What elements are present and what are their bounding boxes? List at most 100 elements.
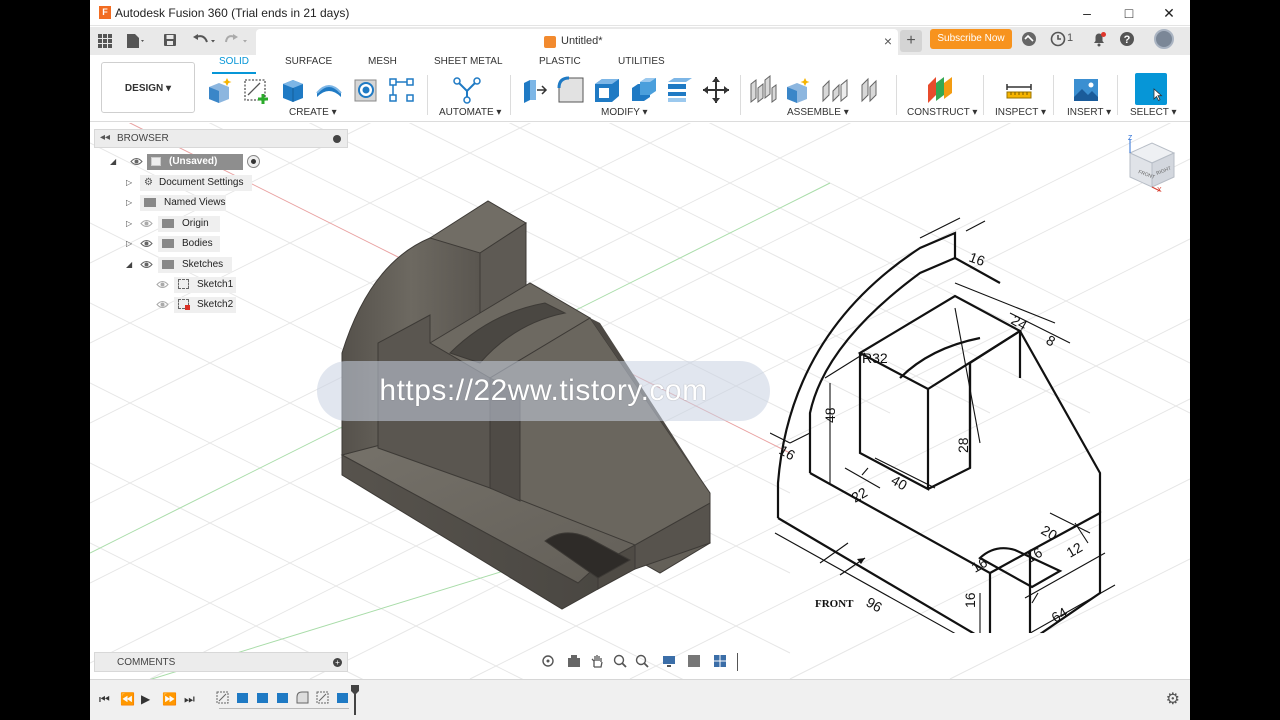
- close-window-button[interactable]: ✕: [1154, 3, 1184, 23]
- browser-item-named-views[interactable]: ▷ Named Views: [126, 195, 346, 211]
- hole-icon[interactable]: [351, 75, 381, 105]
- add-comment-button[interactable]: +: [333, 658, 342, 667]
- look-at-icon[interactable]: [567, 654, 581, 668]
- hidden-eye-icon[interactable]: [156, 279, 169, 290]
- tab-plastic[interactable]: PLASTIC: [539, 56, 581, 67]
- hidden-eye-icon[interactable]: [156, 299, 169, 310]
- job-status-icon[interactable]: [1050, 31, 1066, 47]
- subscribe-now-button[interactable]: Subscribe Now: [930, 29, 1012, 49]
- construct-plane-icon[interactable]: [925, 75, 955, 105]
- browser-item-sketches[interactable]: ◢ Sketches: [126, 257, 346, 273]
- modify-group-label[interactable]: MODIFY ▾: [601, 107, 648, 118]
- insert-image-icon[interactable]: [1071, 75, 1101, 105]
- construct-group-label[interactable]: CONSTRUCT ▾: [907, 107, 977, 118]
- zoom-icon[interactable]: [613, 654, 627, 668]
- comments-panel[interactable]: COMMENTS +: [94, 652, 348, 672]
- data-panel-grid-icon[interactable]: [98, 34, 112, 48]
- fillet-icon[interactable]: [556, 75, 586, 105]
- expand-triangle-icon[interactable]: ▷: [126, 198, 132, 207]
- assemble-group-label[interactable]: ASSEMBLE ▾: [787, 107, 849, 118]
- timeline-extrude-icon[interactable]: [236, 691, 249, 704]
- help-icon[interactable]: ?: [1119, 31, 1135, 47]
- hidden-eye-icon[interactable]: [140, 218, 153, 229]
- browser-item-sketch1[interactable]: Sketch1: [142, 277, 342, 293]
- save-icon[interactable]: [163, 33, 177, 47]
- expand-triangle-icon[interactable]: ▷: [126, 178, 132, 187]
- document-tab[interactable]: Untitled* ×: [256, 29, 898, 55]
- maximize-button[interactable]: □: [1114, 3, 1144, 23]
- play-button[interactable]: ▶: [141, 692, 150, 706]
- visibility-eye-icon[interactable]: [140, 238, 153, 249]
- timeline-extrude-icon[interactable]: [276, 691, 289, 704]
- collapse-triangle-icon[interactable]: ◢: [110, 157, 116, 166]
- select-group-label[interactable]: SELECT ▾: [1130, 107, 1177, 118]
- new-tab-button[interactable]: +: [900, 30, 922, 52]
- new-component-spark-icon[interactable]: [783, 75, 813, 105]
- timeline-extrude-icon[interactable]: [336, 691, 349, 704]
- pattern-icon[interactable]: [387, 75, 417, 105]
- browser-item-origin[interactable]: ▷ Origin: [126, 216, 346, 232]
- tab-utilities[interactable]: UTILITIES: [618, 56, 665, 67]
- timeline-sketch-icon[interactable]: [316, 691, 329, 704]
- file-menu-icon[interactable]: [125, 33, 145, 49]
- insert-group-label[interactable]: INSERT ▾: [1067, 107, 1111, 118]
- orbit-icon[interactable]: [541, 654, 555, 668]
- browser-item-bodies[interactable]: ▷ Bodies: [126, 236, 346, 252]
- viewports-icon[interactable]: [713, 654, 727, 668]
- collapse-triangle-icon[interactable]: ◢: [126, 260, 132, 269]
- go-to-start-button[interactable]: ⏮: [99, 692, 110, 707]
- extensions-icon[interactable]: [1021, 31, 1037, 47]
- extrude-icon[interactable]: [278, 75, 308, 105]
- tab-surface[interactable]: SURFACE: [285, 56, 332, 67]
- select-tool-icon[interactable]: [1135, 73, 1167, 105]
- create-sketch-icon[interactable]: [242, 75, 272, 105]
- create-group-label[interactable]: CREATE ▾: [289, 107, 337, 118]
- display-settings-icon[interactable]: [662, 654, 676, 668]
- workspace-switcher[interactable]: DESIGN ▾: [101, 62, 195, 113]
- expand-triangle-icon[interactable]: ▷: [126, 239, 132, 248]
- move-copy-icon[interactable]: [701, 75, 731, 105]
- new-component-assemble-icon[interactable]: [748, 75, 778, 105]
- press-pull-icon[interactable]: [520, 75, 550, 105]
- expand-triangle-icon[interactable]: ▷: [126, 219, 132, 228]
- user-avatar[interactable]: [1154, 29, 1174, 49]
- offset-face-icon[interactable]: [665, 75, 695, 105]
- inspect-group-label[interactable]: INSPECT ▾: [995, 107, 1046, 118]
- collapse-panel-icon[interactable]: ◂◂: [100, 132, 110, 143]
- as-built-joint-icon[interactable]: [856, 75, 886, 105]
- timeline-settings-gear-icon[interactable]: ⚙: [1166, 689, 1180, 709]
- visibility-eye-icon[interactable]: [130, 156, 143, 167]
- revolve-icon[interactable]: [314, 75, 344, 105]
- combine-icon[interactable]: [629, 75, 659, 105]
- close-tab-button[interactable]: ×: [884, 33, 892, 49]
- step-back-button[interactable]: ⏪: [120, 692, 135, 706]
- visibility-eye-icon[interactable]: [140, 259, 153, 270]
- timeline-fillet-icon[interactable]: [296, 691, 309, 704]
- minimize-button[interactable]: –: [1072, 3, 1102, 23]
- timeline-marker[interactable]: [350, 685, 360, 715]
- browser-root-node[interactable]: ◢ (Unsaved): [110, 154, 350, 170]
- redo-icon[interactable]: [223, 33, 249, 47]
- browser-item-document-settings[interactable]: ▷ ⚙ Document Settings: [126, 175, 346, 191]
- timeline-extrude-icon[interactable]: [256, 691, 269, 704]
- joint-icon[interactable]: [820, 75, 850, 105]
- activate-radio-icon[interactable]: [247, 155, 260, 168]
- measure-icon[interactable]: [1004, 75, 1034, 105]
- tab-sheet-metal[interactable]: SHEET METAL: [434, 56, 503, 67]
- step-forward-button[interactable]: ⏩: [162, 692, 177, 706]
- notifications-bell-icon[interactable]: [1091, 31, 1107, 47]
- browser-header[interactable]: ◂◂ BROWSER: [94, 129, 348, 148]
- go-to-end-button[interactable]: ⏭: [184, 692, 195, 707]
- browser-minimize-button[interactable]: [333, 135, 341, 143]
- tab-solid[interactable]: SOLID: [219, 56, 249, 67]
- automate-group-label[interactable]: AUTOMATE ▾: [439, 107, 501, 118]
- undo-icon[interactable]: [191, 33, 217, 47]
- fit-window-icon[interactable]: [635, 654, 649, 668]
- tab-mesh[interactable]: MESH: [368, 56, 397, 67]
- pan-hand-icon[interactable]: [590, 654, 604, 668]
- browser-item-sketch2[interactable]: Sketch2: [142, 297, 342, 313]
- view-cube[interactable]: FRONT RIGHT Z X: [1124, 133, 1180, 193]
- timeline-sketch-icon[interactable]: [216, 691, 229, 704]
- automate-icon[interactable]: [452, 75, 482, 105]
- grid-snap-icon[interactable]: [687, 654, 701, 668]
